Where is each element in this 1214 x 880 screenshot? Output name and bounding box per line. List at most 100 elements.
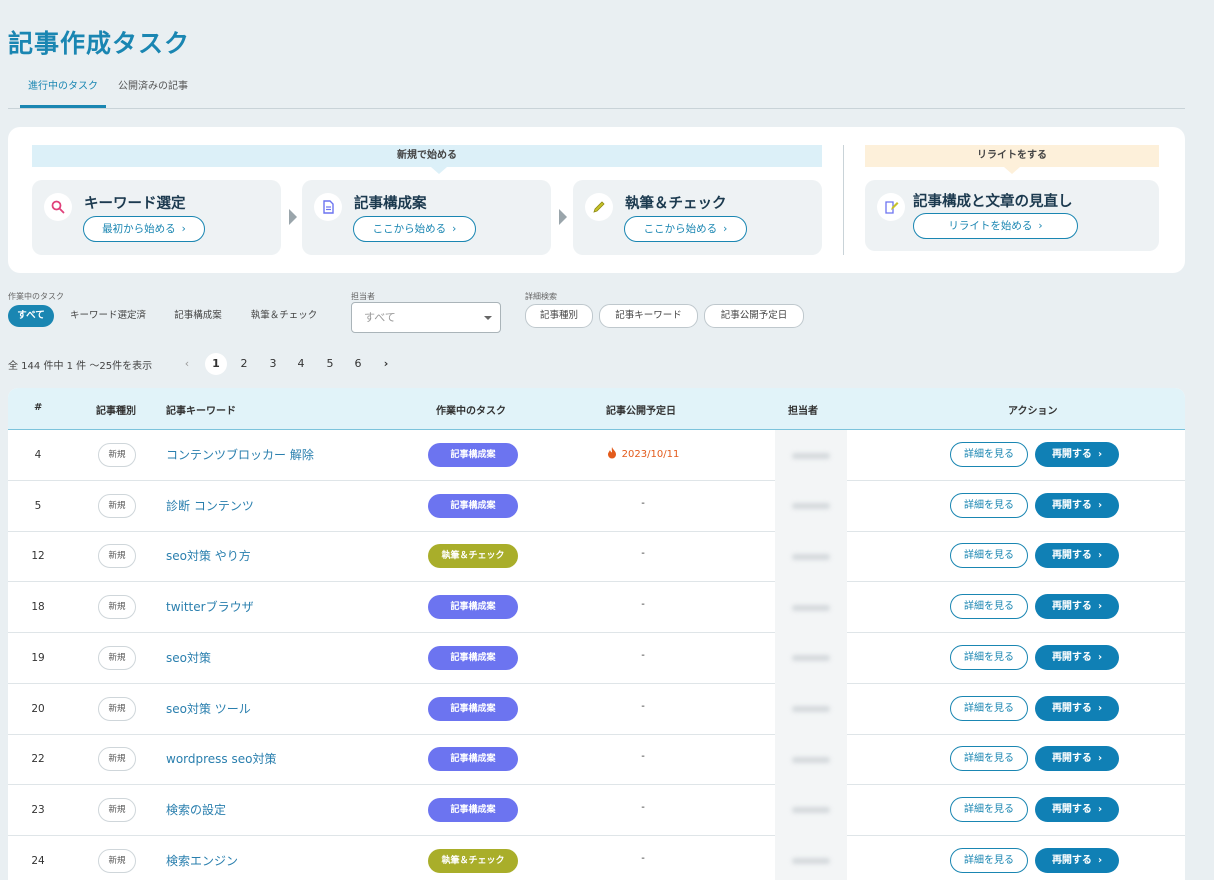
view-details-button[interactable]: 詳細を見る bbox=[950, 543, 1028, 569]
view-details-button[interactable]: 詳細を見る bbox=[950, 442, 1028, 467]
redacted-name bbox=[792, 858, 830, 865]
button-label: 再開する bbox=[1051, 499, 1092, 511]
chip-article-type[interactable]: 記事種別 bbox=[525, 304, 593, 328]
chevron-right-icon: › bbox=[181, 223, 186, 235]
chevron-right-icon: › bbox=[1097, 753, 1103, 765]
page-4-button[interactable]: 4 bbox=[290, 353, 312, 375]
redacted-name bbox=[792, 706, 830, 712]
redacted-name bbox=[792, 452, 830, 459]
assignee bbox=[775, 835, 847, 880]
assignee bbox=[775, 784, 847, 836]
band-pointer bbox=[431, 167, 447, 174]
row-number: 19 bbox=[31, 651, 45, 664]
next-page-button[interactable]: › bbox=[375, 353, 397, 375]
tab-in-progress[interactable]: 進行中のタスク bbox=[20, 80, 106, 108]
task-table: # 記事種別 記事キーワード 作業中のタスク 記事公開予定日 担当者 アクション… bbox=[8, 388, 1185, 880]
resume-button[interactable]: 再開する › bbox=[1035, 847, 1119, 873]
keyword-link[interactable]: seo対策 やり方 bbox=[166, 547, 251, 564]
header-number: # bbox=[34, 402, 43, 413]
resume-button[interactable]: 再開する › bbox=[1035, 492, 1119, 518]
keyword-link[interactable]: 検索エンジン bbox=[166, 852, 238, 869]
button-label: 詳細を見る bbox=[964, 753, 1014, 765]
start-from-here-button[interactable]: ここから始める › bbox=[353, 216, 476, 242]
assignee-select[interactable]: すべて bbox=[351, 302, 501, 333]
article-type-badge: 新規 bbox=[98, 443, 136, 467]
keyword-link[interactable]: wordpress seo対策 bbox=[166, 750, 276, 767]
assignee bbox=[775, 480, 847, 532]
keyword-link[interactable]: seo対策 bbox=[166, 649, 211, 666]
button-label: 再開する bbox=[1051, 702, 1092, 714]
row-number: 4 bbox=[34, 449, 42, 461]
assignee bbox=[775, 632, 847, 684]
keyword-link[interactable]: twitterブラウザ bbox=[166, 598, 254, 615]
start-rewrite-button[interactable]: リライトを始める › bbox=[913, 213, 1078, 239]
redacted-name bbox=[792, 604, 830, 611]
button-label: ここから始める bbox=[643, 223, 718, 235]
chip-outline[interactable]: 記事構成案 bbox=[166, 305, 230, 327]
table-row: 4 新規 コンテンツブロッカー 解除 記事構成案 2023/10/11 詳細を見る 再開する… bbox=[8, 430, 1185, 481]
table-row: 22 新規 wordpress seo対策 記事構成案 - 詳細を見る 再開する › bbox=[8, 734, 1185, 786]
view-details-button[interactable]: 詳細を見る bbox=[950, 594, 1028, 620]
publish-date: - bbox=[578, 701, 708, 712]
keyword-link[interactable]: 検索の設定 bbox=[166, 801, 226, 818]
view-details-button[interactable]: 詳細を見る bbox=[950, 695, 1028, 721]
view-details-button[interactable]: 詳細を見る bbox=[950, 492, 1028, 518]
divider bbox=[843, 145, 844, 255]
page-5-button[interactable]: 5 bbox=[319, 353, 341, 375]
redacted-name bbox=[792, 807, 830, 814]
resume-button[interactable]: 再開する › bbox=[1035, 644, 1119, 670]
start-from-beginning-button[interactable]: 最初から始める › bbox=[83, 216, 205, 242]
assignee bbox=[775, 683, 847, 735]
resume-button[interactable]: 再開する › bbox=[1035, 442, 1119, 467]
article-type-badge: 新規 bbox=[98, 493, 136, 518]
keyword-link[interactable]: seo対策 ツール bbox=[166, 700, 251, 717]
task-badge: 記事構成案 bbox=[428, 595, 518, 620]
keyword-link[interactable]: 診断 コンテンツ bbox=[166, 497, 254, 514]
header-action: アクション bbox=[1008, 406, 1058, 417]
article-type-badge: 新規 bbox=[98, 544, 136, 569]
assignee bbox=[775, 582, 847, 634]
tab-published[interactable]: 公開済みの記事 bbox=[118, 80, 188, 108]
view-details-button[interactable]: 詳細を見る bbox=[950, 746, 1028, 772]
view-details-button[interactable]: 詳細を見る bbox=[950, 644, 1028, 670]
page-6-button[interactable]: 6 bbox=[347, 353, 369, 375]
view-details-button[interactable]: 詳細を見る bbox=[950, 847, 1028, 873]
chevron-right-icon: › bbox=[1038, 220, 1043, 232]
resume-button[interactable]: 再開する › bbox=[1035, 695, 1119, 721]
resume-button[interactable]: 再開する › bbox=[1035, 746, 1119, 772]
resume-button[interactable]: 再開する › bbox=[1035, 796, 1119, 822]
resume-button[interactable]: 再開する › bbox=[1035, 543, 1119, 569]
chip-article-keyword[interactable]: 記事キーワード bbox=[599, 304, 698, 328]
row-number: 22 bbox=[31, 753, 45, 766]
resume-button[interactable]: 再開する › bbox=[1035, 594, 1119, 620]
button-label: 詳細を見る bbox=[964, 651, 1014, 663]
assignee bbox=[775, 430, 847, 481]
article-type-badge: 新規 bbox=[98, 747, 136, 772]
chip-writing[interactable]: 執筆＆チェック bbox=[242, 305, 326, 327]
chevron-right-icon: › bbox=[1097, 499, 1103, 511]
table-row: 19 新規 seo対策 記事構成案 - 詳細を見る 再開する › bbox=[8, 632, 1185, 684]
date-text: - bbox=[641, 649, 645, 661]
start-from-here-button[interactable]: ここから始める › bbox=[624, 216, 747, 242]
row-number: 5 bbox=[34, 499, 42, 512]
page-2-button[interactable]: 2 bbox=[233, 353, 255, 375]
step-arrow-icon bbox=[289, 209, 297, 225]
row-number: 20 bbox=[31, 702, 45, 715]
search-icon bbox=[44, 193, 72, 221]
date-text: - bbox=[641, 497, 645, 509]
prev-page-button[interactable]: ‹ bbox=[176, 353, 198, 375]
chip-publish-date[interactable]: 記事公開予定日 bbox=[704, 304, 804, 328]
redacted-name bbox=[792, 655, 830, 662]
task-filter-label: 作業中のタスク bbox=[8, 292, 64, 301]
button-label: 詳細を見る bbox=[964, 499, 1014, 511]
view-details-button[interactable]: 詳細を見る bbox=[950, 796, 1028, 822]
result-count: 全 144 件中 1 件 〜25件を表示 bbox=[8, 361, 153, 372]
publish-date: 2023/10/11 bbox=[578, 447, 708, 462]
card-title: 記事構成案 bbox=[354, 196, 427, 212]
date-text: - bbox=[641, 751, 645, 763]
page-3-button[interactable]: 3 bbox=[262, 353, 284, 375]
page-1-button[interactable]: 1 bbox=[205, 353, 227, 375]
keyword-link[interactable]: コンテンツブロッカー 解除 bbox=[166, 446, 314, 463]
chip-all[interactable]: すべて bbox=[8, 305, 54, 327]
chip-keyword-selected[interactable]: キーワード選定済 bbox=[62, 305, 154, 327]
